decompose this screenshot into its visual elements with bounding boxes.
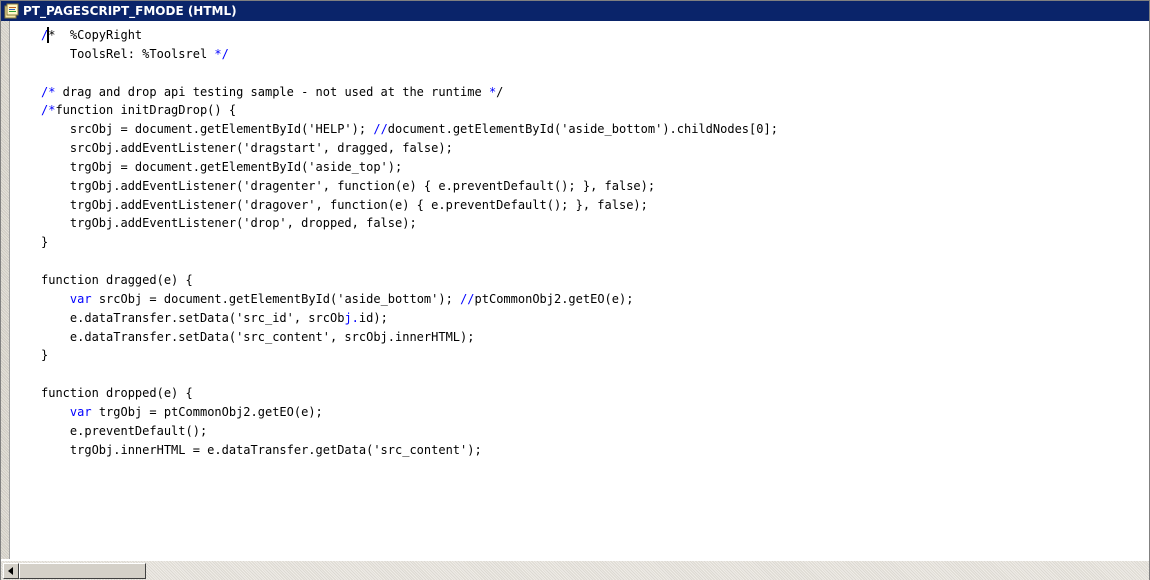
scrollbar-thumb[interactable] [19, 563, 146, 579]
code-keyword: j. [344, 310, 359, 325]
left-arrow-icon[interactable] [3, 563, 19, 579]
code-text-run [41, 405, 70, 419]
code-text-run: * %CopyRight [48, 28, 143, 42]
code-line: trgObj.addEventListener('dragover', func… [41, 196, 778, 215]
code-text-run: } [41, 348, 49, 363]
code-text-run: e.dataTransfer.setData('src_content', sr… [41, 329, 475, 344]
code-line: var trgObj = ptCommonObj2.getEO(e); [41, 403, 778, 422]
code-keyword: var [69, 404, 92, 419]
horizontal-scrollbar[interactable] [1, 560, 1149, 580]
code-text-run: function dropped(e) { [41, 386, 193, 401]
code-text-run: / [496, 84, 504, 99]
code-text-run: trgObj = ptCommonObj2.getEO(e); [91, 404, 323, 419]
code-line: trgObj.addEventListener('drop', dropped,… [41, 214, 778, 233]
code-text-run: trgObj = document.getElementById('aside_… [41, 159, 403, 174]
code-line: } [41, 233, 778, 252]
code-keyword: /* [41, 84, 56, 99]
code-text-run: trgObj.addEventListener('drop', dropped,… [41, 216, 417, 231]
code-keyword: /* [41, 103, 56, 118]
code-text-run: } [41, 235, 49, 250]
code-text-run: function initDragDrop() { [55, 103, 237, 118]
code-text-run: ptCommonObj2.getEO(e); [474, 291, 634, 306]
code-text-run: trgObj.innerHTML = e.dataTransfer.getDat… [41, 442, 482, 457]
code-keyword: * [481, 84, 497, 99]
code-text-run: e.preventDefault(); [41, 423, 208, 438]
code-line: var srcObj = document.getElementById('as… [41, 290, 778, 309]
code-text-run: document.getElementById('aside_bottom').… [387, 122, 778, 137]
code-text-run: function dragged(e) { [41, 272, 193, 287]
code-text-run: id); [358, 310, 388, 325]
code-keyword: // [460, 291, 475, 306]
code-keyword: // [373, 122, 388, 137]
code-text-run: srcObj = document.getElementById('aside_… [91, 291, 461, 306]
code-line: } [41, 346, 778, 365]
code-text-run: ToolsRel: %Toolsrel [41, 46, 215, 61]
code-editor[interactable]: /* %CopyRight ToolsRel: %Toolsrel */​/* … [10, 21, 1147, 559]
code-text-run: trgObj.addEventListener('dragover', func… [41, 197, 648, 212]
code-line: function dropped(e) { [41, 384, 778, 403]
code-line: /* drag and drop api testing sample - no… [41, 83, 778, 102]
code-line: ​ [41, 252, 778, 271]
code-line: ToolsRel: %Toolsrel */ [41, 45, 778, 64]
code-line: ​ [41, 365, 778, 384]
window-title: PT_PAGESCRIPT_FMODE (HTML) [23, 4, 237, 18]
code-line: /* %CopyRight [41, 26, 778, 45]
code-keyword: */ [214, 46, 229, 61]
code-line: e.dataTransfer.setData('src_content', sr… [41, 328, 778, 347]
title-bar[interactable]: PT_PAGESCRIPT_FMODE (HTML) [1, 1, 1149, 21]
code-text-run [41, 292, 70, 306]
editor-window: PT_PAGESCRIPT_FMODE (HTML) /* %CopyRight… [0, 0, 1150, 580]
code-text-run: e.dataTransfer.setData('src_id', srcOb [41, 310, 345, 325]
code-text-run: srcObj.addEventListener('dragstart', dra… [41, 141, 453, 156]
code-line: ​ [41, 64, 778, 83]
code-line: trgObj.addEventListener('dragenter', fun… [41, 177, 778, 196]
code-text[interactable]: /* %CopyRight ToolsRel: %Toolsrel */​/* … [41, 26, 778, 459]
code-text-run: trgObj.addEventListener('dragenter', fun… [41, 178, 656, 193]
code-line: function dragged(e) { [41, 271, 778, 290]
html-document-icon [4, 3, 20, 19]
code-line: trgObj.innerHTML = e.dataTransfer.getDat… [41, 441, 778, 460]
code-keyword: var [69, 291, 92, 306]
editor-gutter [1, 21, 10, 559]
code-text-run: drag and drop api testing sample - not u… [55, 84, 482, 99]
code-line: srcObj = document.getElementById('HELP')… [41, 120, 778, 139]
code-line: srcObj.addEventListener('dragstart', dra… [41, 139, 778, 158]
code-line: /*function initDragDrop() { [41, 101, 778, 120]
code-line: e.preventDefault(); [41, 422, 778, 441]
code-line: trgObj = document.getElementById('aside_… [41, 158, 778, 177]
code-text-run: srcObj = document.getElementById('HELP')… [41, 122, 374, 137]
code-line: e.dataTransfer.setData('src_id', srcObj.… [41, 309, 778, 328]
